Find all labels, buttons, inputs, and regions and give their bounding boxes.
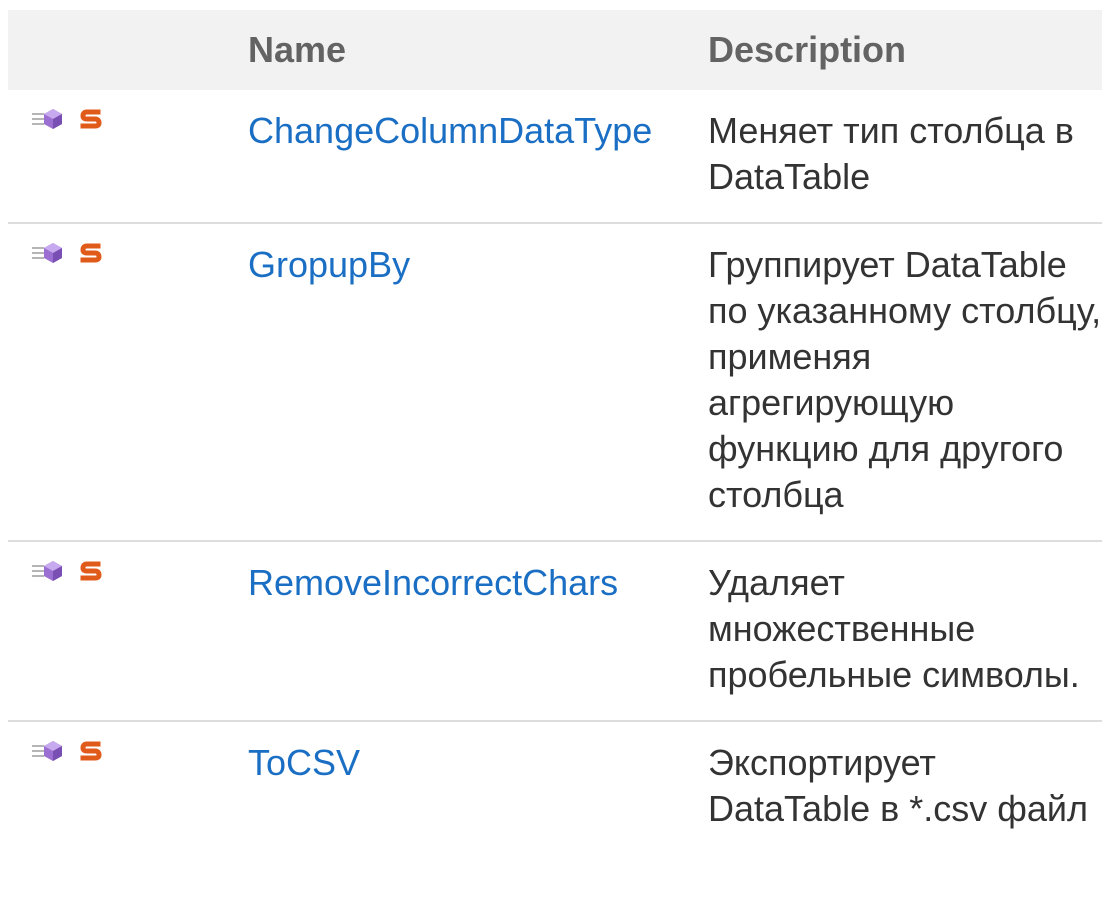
- header-name: Name: [244, 10, 702, 90]
- public-method-icon: [30, 242, 64, 268]
- row-name-cell: ChangeColumnDataType: [244, 90, 702, 224]
- row-description: Экспортирует DataTable в *.csv файл: [708, 742, 1089, 829]
- table-row: ToCSV Экспортирует DataTable в *.csv фай…: [8, 721, 1102, 854]
- row-name-cell: RemoveIncorrectChars: [244, 541, 702, 722]
- static-member-icon: [80, 560, 102, 586]
- row-name-cell: GropupBy: [244, 223, 702, 542]
- public-method-icon: [30, 740, 64, 766]
- row-icons: [8, 223, 244, 542]
- row-description: Удаляет множественные пробельные символы…: [702, 541, 1102, 722]
- member-link[interactable]: ChangeColumnDataType: [248, 110, 652, 151]
- static-member-icon: [80, 108, 102, 134]
- row-description: Меняет тип столбца в DataTable: [702, 90, 1102, 224]
- table-row: ChangeColumnDataType Меняет тип столбца …: [8, 90, 1102, 224]
- member-link[interactable]: ToCSV: [248, 742, 360, 783]
- row-icons: [8, 90, 244, 224]
- row-description: Группирует DataTable по указанному столб…: [702, 223, 1102, 542]
- row-name-cell: ToCSV: [244, 721, 702, 854]
- table-row: RemoveIncorrectChars Удаляет множественн…: [8, 541, 1102, 722]
- table-header-row: Name Description: [8, 10, 1102, 90]
- static-member-icon: [80, 740, 102, 766]
- row-icons: [8, 721, 244, 854]
- member-link[interactable]: RemoveIncorrectChars: [248, 562, 618, 603]
- table-row: GropupBy Группирует DataTable по указанн…: [8, 223, 1102, 542]
- static-member-icon: [80, 242, 102, 268]
- public-method-icon: [30, 560, 64, 586]
- row-icons: [8, 541, 244, 722]
- header-description: Description: [702, 10, 1102, 90]
- members-table: Name Description ChangeColumnDataType Ме…: [8, 10, 1102, 854]
- member-link[interactable]: GropupBy: [248, 244, 410, 285]
- header-icons: [8, 10, 244, 90]
- public-method-icon: [30, 108, 64, 134]
